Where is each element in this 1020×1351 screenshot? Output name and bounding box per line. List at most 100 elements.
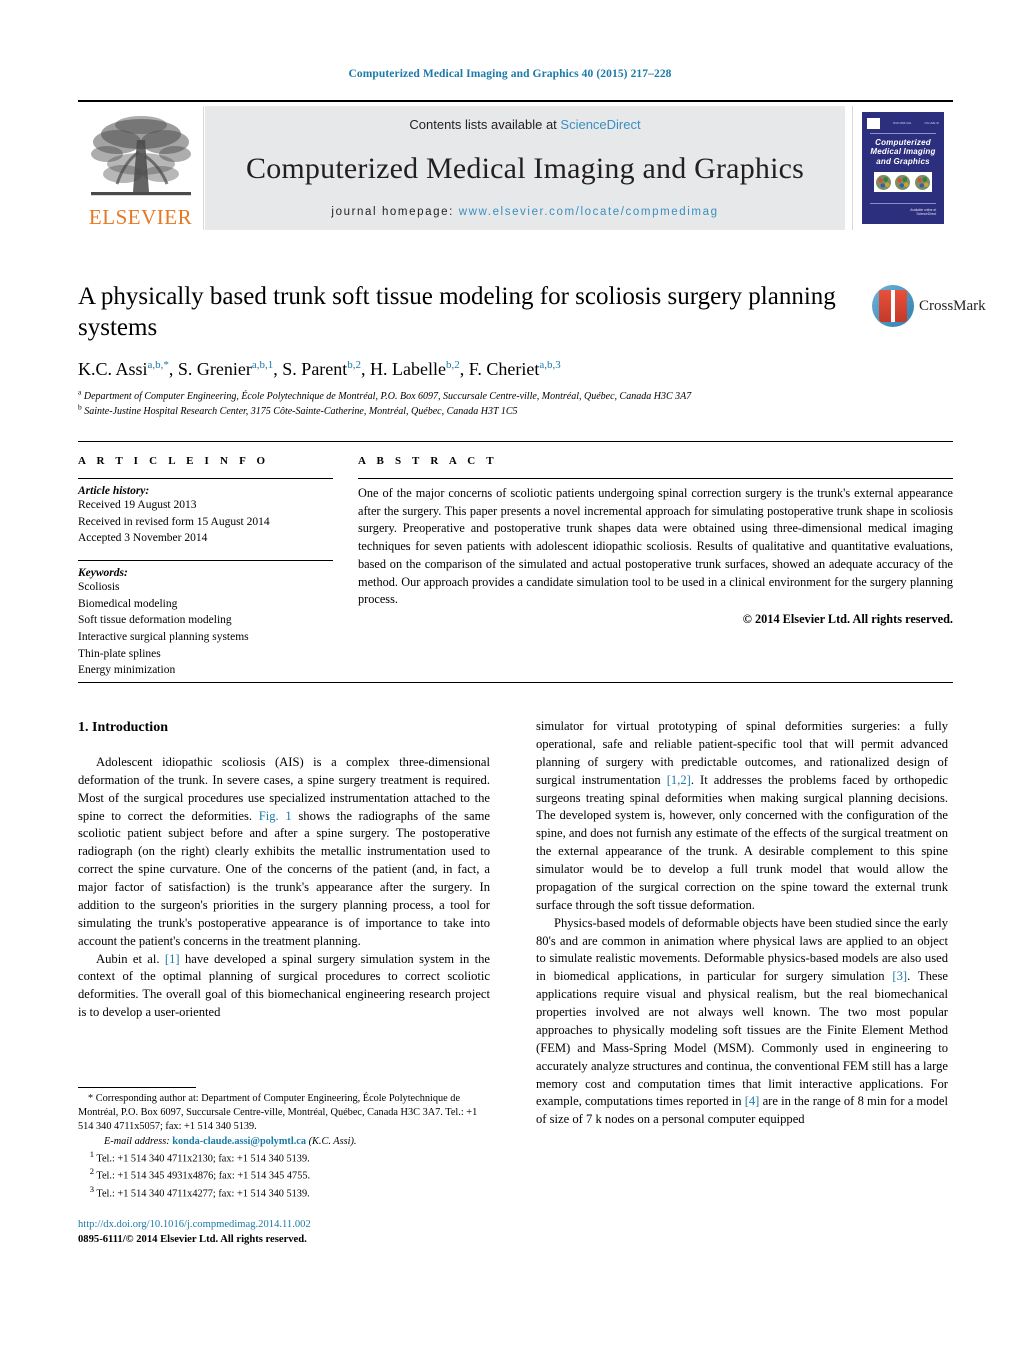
- article-info-rule: [78, 478, 333, 479]
- sciencedirect-link[interactable]: ScienceDirect: [560, 117, 640, 132]
- keyword-item: Scoliosis: [78, 581, 120, 594]
- cover-title-line-1: Computerized: [875, 138, 931, 147]
- issn-copyright: 0895-6111/© 2014 Elsevier Ltd. All right…: [78, 1234, 307, 1246]
- footnote-mark: 1: [89, 1148, 94, 1159]
- body-paragraph: simulator for virtual prototyping of spi…: [536, 719, 949, 912]
- footnote-block: * Corresponding author at: Department of…: [78, 1087, 490, 1202]
- brain-scan-icon: [914, 174, 930, 190]
- body-paragraph: Physics-based models of deformable objec…: [536, 915, 949, 1127]
- keyword-item: Interactive surgical planning systems: [78, 631, 249, 644]
- keyword-item: Biomedical modeling: [78, 597, 178, 610]
- footnote-item: 2 Tel.: +1 514 345 4931x4876; fax: +1 51…: [78, 1166, 490, 1184]
- citation-link[interactable]: Fig. 1: [259, 809, 292, 823]
- cover-topbar: ISSN 0895-6111 VOLUME 40: [867, 117, 939, 130]
- author-affil-marks[interactable]: a,b,*: [148, 359, 169, 371]
- article-history-item: Received 19 August 2013: [78, 499, 197, 511]
- cover-header-left: ISSN 0895-6111: [892, 122, 912, 125]
- doi-block: http://dx.doi.org/10.1016/j.compmedimag.…: [78, 1217, 490, 1248]
- author-affil-marks[interactable]: a,b,1: [252, 359, 273, 371]
- abstract-column: A B S T R A C T One of the major concern…: [358, 455, 953, 627]
- article-history-item: Accepted 3 November 2014: [78, 532, 208, 545]
- author-affil-marks[interactable]: b,2: [347, 359, 361, 371]
- abstract-heading: A B S T R A C T: [358, 455, 498, 467]
- affiliation-list: a Department of Computer Engineering, Éc…: [78, 387, 868, 419]
- footnote-item: 1 Tel.: +1 514 340 4711x2130; fax: +1 51…: [78, 1149, 490, 1167]
- page-title: A physically based trunk soft tissue mod…: [78, 283, 836, 341]
- article-info-heading: A R T I C L E I N F O: [78, 455, 270, 467]
- email-link[interactable]: konda-claude.assi@polymtl.ca: [172, 1136, 306, 1147]
- contents-prefix: Contents lists available at: [409, 117, 561, 132]
- email-owner: (K.C. Assi).: [308, 1135, 357, 1147]
- body-paragraph: Aubin et al. [1] have developed a spinal…: [78, 951, 490, 1020]
- contents-available-line: Contents lists available at ScienceDirec…: [409, 117, 640, 132]
- author-separator: ,: [168, 358, 178, 379]
- author-separator: ,: [459, 358, 469, 379]
- journal-masthead: ELSEVIER Contents lists available at Sci…: [78, 100, 953, 232]
- journal-cover-thumbnail: ISSN 0895-6111 VOLUME 40 Computerized Me…: [852, 106, 953, 230]
- elsevier-wordmark: ELSEVIER: [88, 205, 193, 229]
- homepage-label: journal homepage:: [331, 206, 454, 218]
- brain-scan-icon: [895, 174, 911, 190]
- article-history-item: Received in revised form 15 August 2014: [78, 515, 270, 528]
- affiliation-item: a Department of Computer Engineering, Éc…: [78, 387, 868, 404]
- body-column-left: 1. Introduction Adolescent idiopathic sc…: [78, 718, 490, 1022]
- doi-link[interactable]: http://dx.doi.org/10.1016/j.compmedimag.…: [78, 1217, 490, 1232]
- crossmark-badge[interactable]: CrossMark: [872, 281, 986, 331]
- footnote-rule: [78, 1087, 196, 1088]
- author-separator: ,: [361, 358, 371, 379]
- cover-art: ISSN 0895-6111 VOLUME 40 Computerized Me…: [862, 112, 944, 224]
- email-note: E-mail address: konda-claude.assi@polymt…: [78, 1135, 490, 1149]
- author-entry: F. Cherieta,b,3: [469, 359, 561, 379]
- keyword-item: Energy minimization: [78, 664, 176, 677]
- affiliation-text: Department of Computer Engineering, Écol…: [83, 391, 692, 402]
- author-affil-marks[interactable]: b,2: [446, 359, 460, 371]
- journal-article-page: Computerized Medical Imaging and Graphic…: [0, 0, 1020, 1351]
- footnote-text: Tel.: +1 514 340 4711x4277; fax: +1 514 …: [96, 1188, 310, 1200]
- footnote-text: Tel.: +1 514 340 4711x2130; fax: +1 514 …: [96, 1153, 310, 1165]
- cover-footer-text: Available online at ScienceDirect: [910, 208, 937, 217]
- cover-stamp-icon: [867, 118, 880, 129]
- corresponding-author-note: * Corresponding author at: Department of…: [78, 1093, 478, 1133]
- info-abstract-top-rule: [78, 441, 953, 442]
- cover-title: Computerized Medical Imaging and Graphic…: [870, 138, 935, 166]
- author-entry: H. Labelleb,2: [370, 359, 460, 379]
- citation-link[interactable]: [1]: [165, 952, 180, 966]
- author-entry: S. Parentb,2: [282, 359, 361, 379]
- journal-homepage-line: journal homepage: www.elsevier.com/locat…: [331, 206, 718, 218]
- author-entry: S. Greniera,b,1: [178, 359, 273, 379]
- author-name: K.C. Assi: [78, 358, 148, 379]
- keywords-rule: [78, 560, 333, 562]
- body-paragraph: Adolescent idiopathic scoliosis (AIS) is…: [78, 754, 490, 948]
- footnote-text: Tel.: +1 514 345 4931x4876; fax: +1 514 …: [96, 1170, 311, 1182]
- abstract-copyright: © 2014 Elsevier Ltd. All rights reserved…: [742, 611, 953, 626]
- keywords-label: Keywords:: [78, 567, 128, 580]
- author-name: S. Parent: [282, 358, 348, 379]
- author-entry: K.C. Assia,b,*: [78, 359, 169, 379]
- homepage-url-link[interactable]: www.elsevier.com/locate/compmedimag: [459, 206, 719, 218]
- author-name: F. Cheriet: [468, 358, 540, 379]
- affiliation-text: Sainte-Justine Hospital Research Center,…: [84, 406, 518, 417]
- keywords-block: Keywords: Scoliosis Biomedical modeling …: [78, 560, 333, 679]
- cover-title-line-2: Medical Imaging: [870, 147, 936, 157]
- journal-title: Computerized Medical Imaging and Graphic…: [245, 152, 805, 185]
- citation-link[interactable]: [4]: [745, 1094, 760, 1108]
- title-block: A physically based trunk soft tissue mod…: [78, 282, 868, 419]
- cover-divider: [869, 133, 937, 134]
- article-info-column: A R T I C L E I N F O Article history: R…: [78, 455, 333, 679]
- article-history-label: Article history:: [78, 485, 150, 497]
- abstract-text: One of the major concerns of scoliotic p…: [358, 486, 953, 607]
- abstract-bottom-rule: [78, 682, 953, 683]
- keyword-item: Soft tissue deformation modeling: [78, 614, 232, 627]
- citation-link[interactable]: [3]: [892, 969, 907, 983]
- author-list: K.C. Assia,b,*, S. Greniera,b,1, S. Pare…: [78, 358, 868, 381]
- email-label: E-mail address:: [104, 1135, 170, 1147]
- running-head: Computerized Medical Imaging and Graphic…: [348, 68, 672, 80]
- author-name: H. Labelle: [370, 358, 447, 379]
- affiliation-mark: a: [78, 387, 82, 397]
- author-name: S. Grenier: [177, 358, 252, 379]
- author-affil-marks[interactable]: a,b,3: [539, 359, 560, 371]
- cover-brain-images: [874, 172, 932, 193]
- journal-center-band: Contents lists available at ScienceDirec…: [205, 106, 845, 230]
- citation-link[interactable]: [1,2]: [667, 773, 691, 787]
- elsevier-logo-block: ELSEVIER: [78, 106, 204, 230]
